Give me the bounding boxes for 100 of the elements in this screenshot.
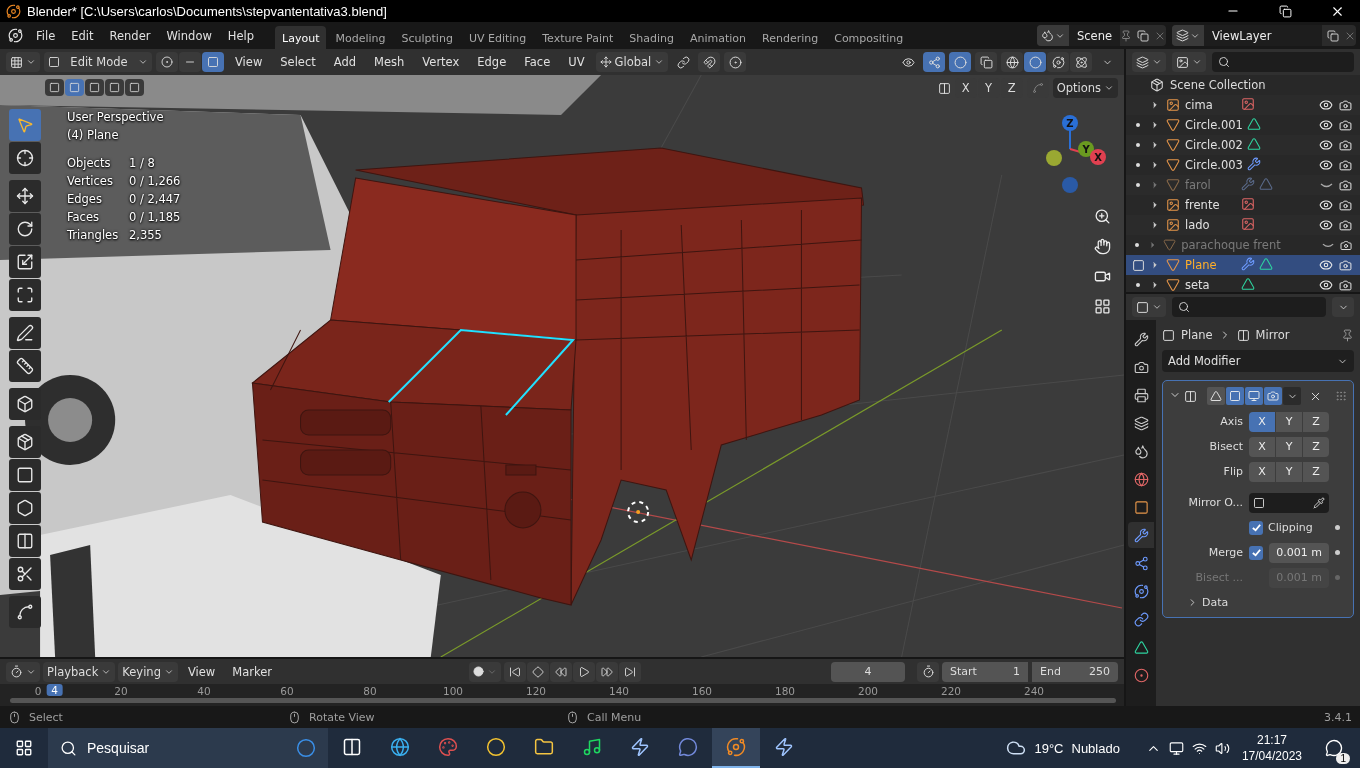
- menu-item[interactable]: Render: [102, 25, 158, 46]
- collection-name: Scene Collection: [1170, 78, 1266, 92]
- menu-item[interactable]: Mesh: [367, 52, 412, 72]
- current-frame-field[interactable]: 4: [831, 661, 905, 682]
- stat-label: Faces: [67, 209, 100, 226]
- axis-toggle[interactable]: Z: [1303, 461, 1329, 482]
- taskbar-search-field[interactable]: Pesquisar: [48, 728, 328, 768]
- workspace-tab[interactable]: Animation: [682, 26, 754, 49]
- version-label: 3.4.1: [1324, 710, 1352, 724]
- menu-item[interactable]: File: [29, 25, 63, 46]
- frame-number: 220: [941, 685, 961, 697]
- object-name: Circle.001: [1185, 117, 1244, 133]
- menu-item[interactable]: Help: [220, 25, 262, 46]
- object-name: frente: [1185, 197, 1221, 213]
- axis-toggle[interactable]: Y: [1276, 436, 1302, 457]
- property-label: Flip: [1222, 465, 1243, 478]
- axis-toggle[interactable]: X: [1249, 461, 1275, 482]
- breadcrumb-modifier: Mirror: [1255, 328, 1290, 342]
- weather-label: Nublado: [1071, 740, 1120, 756]
- stat-label: Vertices: [67, 173, 114, 190]
- object-name: farol: [1185, 177, 1212, 193]
- temperature: 19°C: [1034, 740, 1064, 756]
- object-name: Plane: [1185, 257, 1218, 273]
- window-title: Blender* [C:\Users\carlos\Documents\stepvantentativa3.blend]: [27, 3, 387, 19]
- axis-toggle[interactable]: Z: [1303, 411, 1329, 432]
- add-modifier-dropdown[interactable]: Add Modifier: [1162, 350, 1354, 372]
- workspace-tab[interactable]: Layout: [275, 26, 327, 49]
- frame-number: 240: [1024, 685, 1044, 697]
- axis-label: X: [1094, 152, 1102, 163]
- menu-item[interactable]: Marker: [225, 661, 279, 682]
- axis-toggle[interactable]: Y: [1276, 461, 1302, 482]
- menu-item[interactable]: View: [228, 52, 270, 72]
- axis-toggle[interactable]: Z: [1303, 436, 1329, 457]
- axis-label: Y: [1082, 144, 1090, 155]
- data-subpanel-header[interactable]: Data: [1169, 592, 1347, 609]
- playhead[interactable]: 4: [46, 684, 63, 696]
- axis-toggle[interactable]: X: [1249, 436, 1275, 457]
- frame-number: 0: [34, 685, 42, 697]
- axis-label: Z: [1066, 118, 1074, 129]
- workspace-tab[interactable]: Texture Paint: [535, 26, 621, 49]
- frame-number: 200: [858, 685, 878, 697]
- frame-number: 80: [363, 685, 377, 697]
- frame-number: 120: [526, 685, 546, 697]
- active-object-label: (4) Plane: [67, 127, 119, 144]
- frame-number: 180: [775, 685, 795, 697]
- menu-item[interactable]: Vertex: [415, 52, 467, 72]
- menu-item[interactable]: Edge: [470, 52, 514, 72]
- object-name: cima: [1185, 97, 1214, 113]
- end-frame-field[interactable]: End 250: [1032, 661, 1118, 682]
- object-name: seta: [1185, 277, 1211, 292]
- property-label: Bisect ...: [1194, 571, 1243, 584]
- object-name: Circle.002: [1185, 137, 1244, 153]
- breadcrumb-object: Plane: [1181, 328, 1213, 342]
- clock-time: 21:17: [1256, 732, 1287, 748]
- menu-item[interactable]: Window: [159, 25, 219, 46]
- orientation-dropdown[interactable]: Global: [595, 52, 669, 72]
- outliner-row[interactable]: Plane: [1126, 255, 1360, 275]
- notification-count: 1: [1336, 753, 1350, 764]
- stat-value: 0 / 2,447: [129, 191, 181, 208]
- stat-value: 0 / 1,185: [129, 209, 181, 226]
- frame-number: 100: [443, 685, 463, 697]
- axis-toggle[interactable]: Y: [1276, 411, 1302, 432]
- workspace-tab[interactable]: Rendering: [755, 26, 826, 49]
- menu-item[interactable]: Add: [326, 52, 364, 72]
- stat-label: Edges: [67, 191, 103, 208]
- workspace-tab[interactable]: Sculpting: [394, 26, 460, 49]
- status-hint: Rotate View: [309, 710, 375, 724]
- notifications-button[interactable]: 1: [1314, 728, 1354, 768]
- options-dropdown[interactable]: Options: [1052, 78, 1118, 98]
- menu-item[interactable]: View: [180, 661, 223, 682]
- timeline-dropdown[interactable]: Keying: [118, 661, 178, 682]
- mode-dropdown[interactable]: Edit Mode: [44, 52, 152, 72]
- scene-name-field[interactable]: Scene: [1068, 25, 1120, 46]
- frame-number: 40: [197, 685, 211, 697]
- stat-label: Objects: [67, 155, 112, 172]
- frame-number: 60: [280, 685, 294, 697]
- property-label: Axis: [1219, 415, 1243, 428]
- number-field[interactable]: 0.001 m: [1269, 542, 1329, 563]
- frame-number: 20: [114, 685, 128, 697]
- stat-value: 2,355: [129, 227, 163, 244]
- frame-number: 160: [692, 685, 712, 697]
- property-label: Mirror O...: [1187, 496, 1243, 509]
- object-name: Circle.003: [1185, 157, 1244, 173]
- workspace-tab[interactable]: UV Editing: [461, 26, 534, 49]
- menu-item[interactable]: Face: [517, 52, 558, 72]
- status-hint: Select: [29, 710, 63, 724]
- timeline-dropdown[interactable]: Playback: [43, 661, 116, 682]
- stat-label: Triangles: [67, 227, 120, 244]
- clipping-checkbox[interactable]: Clipping: [1249, 520, 1329, 535]
- start-frame-field[interactable]: Start 1: [942, 661, 1028, 682]
- menu-item[interactable]: Select: [273, 52, 323, 72]
- view-layer-name-field[interactable]: ViewLayer: [1204, 25, 1322, 46]
- axis-toggle[interactable]: X: [1249, 411, 1275, 432]
- workspace-tab[interactable]: Shading: [622, 26, 681, 49]
- menu-item[interactable]: UV: [561, 52, 592, 72]
- stat-value: 0 / 1,266: [129, 173, 181, 190]
- workspace-tab[interactable]: Modeling: [328, 26, 393, 49]
- frame-number: 140: [609, 685, 629, 697]
- menu-item[interactable]: Edit: [64, 25, 101, 46]
- workspace-tab[interactable]: Compositing: [827, 26, 911, 49]
